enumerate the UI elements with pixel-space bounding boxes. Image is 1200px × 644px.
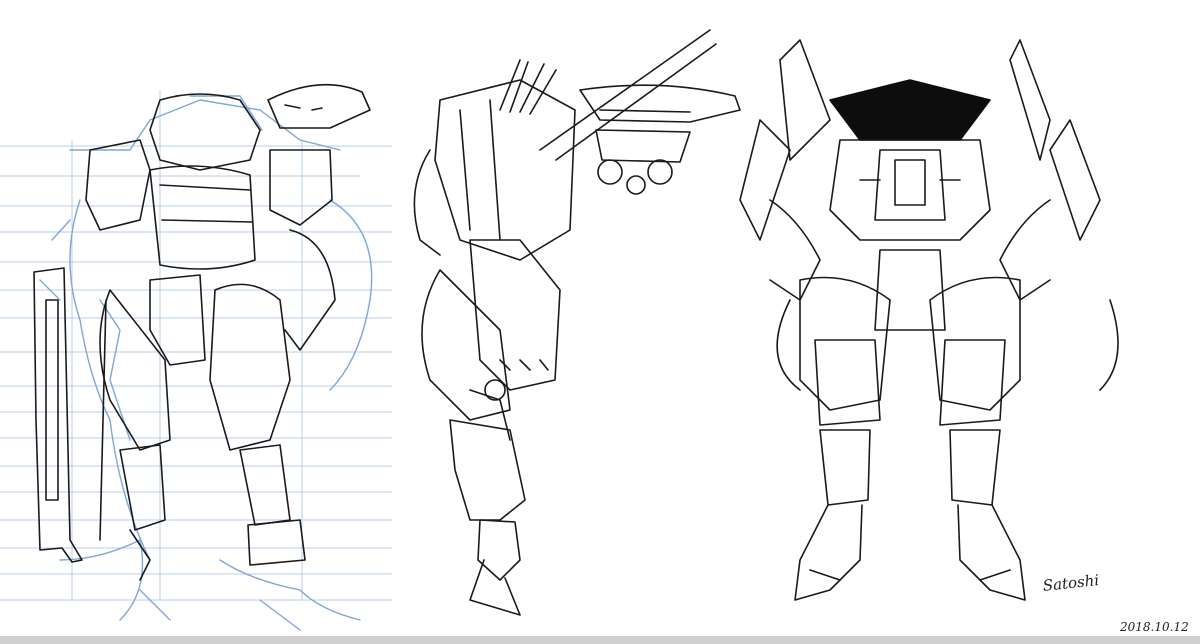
left-figure-inks bbox=[33, 83, 371, 581]
mecha-artwork bbox=[0, 29, 1200, 644]
chest-dark-panel bbox=[829, 79, 991, 141]
bottom-scroll-bar[interactable] bbox=[0, 636, 1200, 644]
sketch-canvas: Satoshi 2018.10.12 bbox=[0, 0, 1200, 644]
left-mecha-figure bbox=[0, 83, 393, 631]
middle-mecha-figure bbox=[413, 29, 741, 616]
artwork-date: 2018.10.12 bbox=[1120, 620, 1189, 634]
right-mecha-figure bbox=[739, 39, 1119, 601]
